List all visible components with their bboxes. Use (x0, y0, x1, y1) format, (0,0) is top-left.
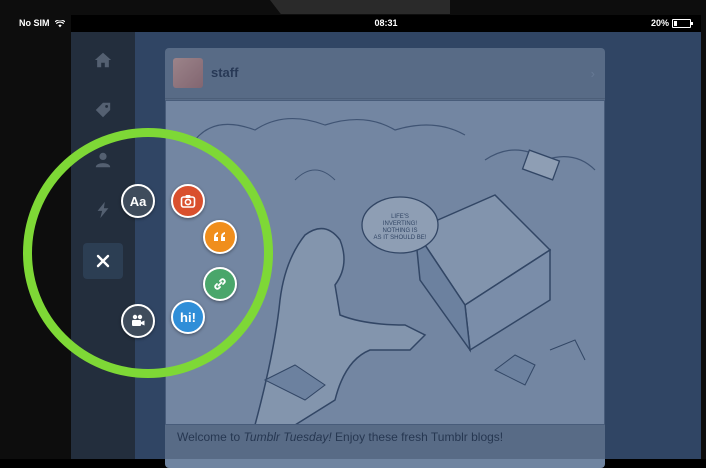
post-quote-button[interactable] (203, 220, 237, 254)
battery-percent: 20% (650, 18, 669, 28)
bezel-edge (270, 0, 450, 14)
text-post-label: Aa (129, 193, 147, 209)
post-chat-button[interactable]: hi! (171, 300, 205, 334)
post-link-button[interactable] (203, 267, 237, 301)
post-photo-button[interactable] (171, 184, 205, 218)
post-video-button[interactable] (121, 304, 155, 338)
close-icon (96, 254, 110, 268)
video-camera-icon (132, 314, 145, 326)
highlight-circle (23, 128, 273, 378)
close-compose-button[interactable] (83, 243, 123, 279)
camera-icon (180, 195, 196, 208)
status-bar: No SIM 08:31 20% (19, 15, 701, 32)
quote-icon (214, 232, 225, 241)
link-icon (214, 278, 226, 290)
carrier-label: No SIM (19, 18, 50, 28)
battery-icon (672, 18, 693, 28)
battery-fill (674, 20, 677, 26)
wifi-icon (54, 18, 66, 28)
post-text-button[interactable]: Aa (121, 184, 155, 218)
status-right: 20% (650, 18, 693, 28)
chat-post-label: hi! (180, 309, 196, 325)
status-time: 08:31 (374, 18, 398, 28)
